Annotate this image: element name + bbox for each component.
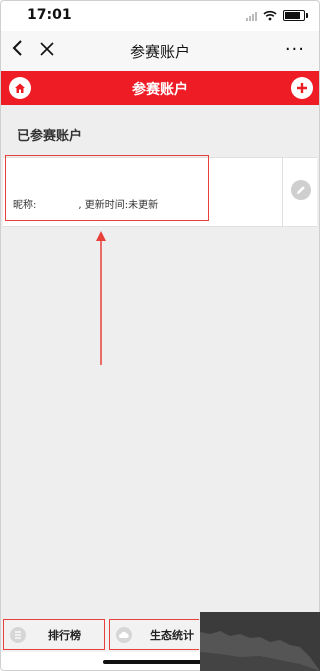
wifi-icon [263, 10, 277, 21]
signal-icon [246, 11, 257, 21]
back-icon[interactable] [7, 39, 27, 61]
page-header: 参赛账户 [1, 71, 319, 105]
close-icon[interactable] [37, 39, 57, 61]
main-content: 已参赛账户 昵称: , 更新时间:未更新 [1, 105, 319, 619]
plus-icon [297, 83, 307, 93]
more-menu-icon[interactable]: ··· [285, 39, 305, 60]
phone-frame: 17:01 参赛账户 ··· 参赛账户 已参赛账户 昵称: , 更新时间:未更新… [0, 0, 320, 671]
pencil-icon [297, 186, 305, 194]
section-title: 已参赛账户 [17, 129, 83, 144]
edit-button[interactable] [291, 180, 311, 200]
wechat-nav-bar: 参赛账户 ··· [1, 31, 319, 71]
tab-ranking-label: 排行榜 [48, 628, 81, 642]
overlay-thumbnail [200, 612, 320, 671]
tab-ranking[interactable]: 排行榜 [3, 619, 105, 650]
status-bar: 17:01 [1, 1, 319, 31]
annotation-arrow [96, 231, 106, 365]
battery-icon [283, 10, 308, 21]
status-icons [246, 10, 308, 21]
home-indicator [103, 660, 209, 664]
status-time: 17:01 [27, 7, 72, 23]
tab-eco-stats[interactable]: 生态统计 [109, 619, 199, 650]
add-account-button[interactable] [291, 77, 313, 99]
cloud-icon [116, 626, 132, 643]
header-title: 参赛账户 [132, 82, 188, 98]
row-divider [282, 158, 283, 226]
tab-eco-stats-label: 生态统计 [150, 628, 194, 642]
list-icon [10, 626, 26, 643]
highlight-box [5, 155, 209, 221]
